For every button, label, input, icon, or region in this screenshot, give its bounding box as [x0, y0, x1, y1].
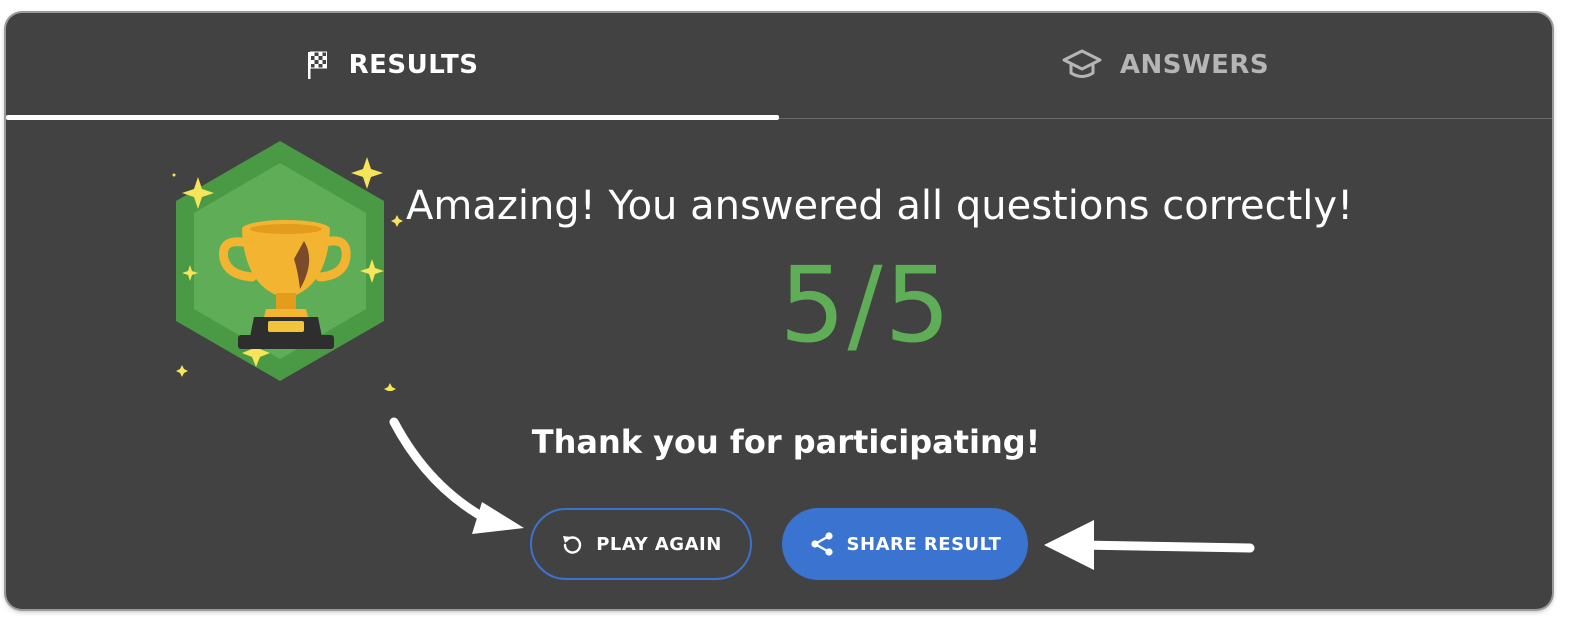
share-result-label: SHARE RESULT	[846, 533, 1002, 555]
tab-results-label: RESULTS	[348, 50, 479, 80]
play-again-label: PLAY AGAIN	[596, 533, 722, 555]
tab-answers-label: ANSWERS	[1119, 50, 1270, 80]
replay-icon	[560, 532, 584, 556]
checkered-flag-icon	[307, 50, 331, 80]
tab-answers[interactable]: ANSWERS	[779, 13, 1552, 117]
thanks-message: Thank you for participating!	[531, 423, 1041, 461]
tab-bar: RESULTS ANSWERS	[6, 13, 1552, 120]
play-again-button[interactable]: PLAY AGAIN	[530, 508, 752, 580]
tab-results[interactable]: RESULTS	[6, 13, 779, 117]
results-card: RESULTS ANSWERS Amazing! You answered al…	[6, 13, 1552, 609]
share-result-button[interactable]: SHARE RESULT	[782, 508, 1028, 580]
graduation-cap-icon	[1062, 48, 1102, 82]
score-value: 5/5	[779, 244, 953, 366]
tab-divider	[779, 118, 1552, 119]
active-tab-indicator	[6, 115, 779, 120]
trophy-icon	[172, 141, 403, 395]
result-headline: Amazing! You answered all questions corr…	[406, 183, 1354, 229]
share-icon	[809, 531, 835, 557]
trophy-badge	[162, 141, 412, 395]
